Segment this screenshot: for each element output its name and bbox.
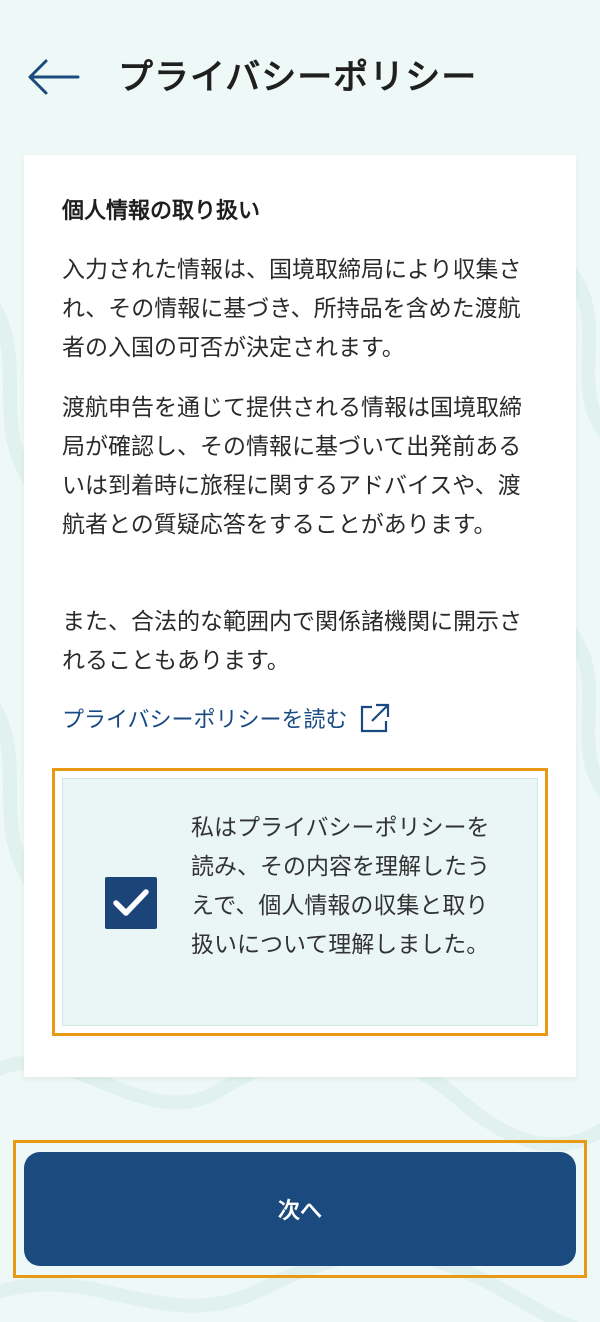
back-button[interactable] xyxy=(22,52,82,102)
arrow-left-icon xyxy=(28,59,80,95)
consent-checkbox-row[interactable]: 私はプライバシーポリシーを読み、その内容を理解したうえで、個人情報の収集と取り扱… xyxy=(62,778,538,1026)
paragraph-usage: 渡航申告を通じて提供される情報は国境取締局が確認し、その情報に基づいて出発前ある… xyxy=(62,395,522,538)
section-heading: 個人情報の取り扱い xyxy=(62,199,261,224)
paragraph-disclosure: また、合法的な範囲内で関係諸機関に開示されることもあります。 xyxy=(62,609,522,674)
header: プライバシーポリシー xyxy=(0,0,600,150)
page-title: プライバシーポリシー xyxy=(118,58,478,98)
paragraph-collection: 入力された情報は、国境取締局により収集され、その情報に基づき、所持品を含めた渡航… xyxy=(62,257,522,361)
consent-text: 私はプライバシーポリシーを読み、その内容を理解したうえで、個人情報の収集と取り扱… xyxy=(191,815,490,958)
external-link-icon xyxy=(360,703,389,733)
privacy-policy-link-label: プライバシーポリシーを読む xyxy=(62,708,348,733)
consent-checkbox[interactable] xyxy=(105,877,157,929)
next-button[interactable]: 次へ xyxy=(24,1152,576,1266)
checkmark-icon xyxy=(113,889,149,916)
privacy-policy-link[interactable]: プライバシーポリシーを読む xyxy=(62,699,392,737)
